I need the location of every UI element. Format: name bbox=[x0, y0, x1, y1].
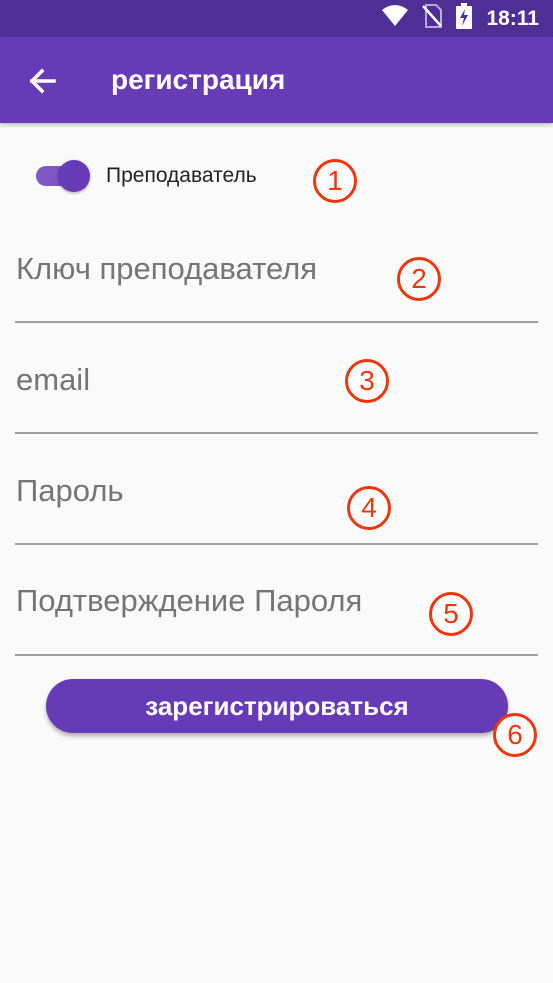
teacher-switch-label: Преподаватель bbox=[106, 164, 257, 187]
annotation-marker-1: 1 bbox=[313, 159, 357, 203]
field-underline bbox=[15, 321, 538, 323]
status-bar: 18:11 bbox=[0, 0, 553, 37]
wifi-icon bbox=[382, 5, 409, 32]
password-field[interactable]: Пароль bbox=[15, 435, 538, 545]
email-placeholder: email bbox=[16, 362, 91, 397]
annotation-marker-6: 6 bbox=[493, 713, 537, 757]
field-underline bbox=[15, 432, 538, 434]
annotation-marker-3: 3 bbox=[345, 359, 389, 403]
battery-charging-icon bbox=[456, 3, 473, 34]
page-title: регистрация bbox=[111, 64, 286, 95]
field-underline bbox=[15, 654, 538, 656]
no-sim-icon bbox=[422, 4, 443, 33]
annotation-marker-5: 5 bbox=[429, 592, 473, 636]
password-placeholder: Пароль bbox=[16, 473, 124, 508]
teacher-key-field[interactable]: Ключ преподавателя bbox=[15, 213, 538, 323]
teacher-key-placeholder: Ключ преподавателя bbox=[16, 251, 318, 286]
annotation-marker-2: 2 bbox=[397, 257, 441, 301]
teacher-toggle-row: Преподаватель bbox=[34, 158, 257, 194]
switch-thumb bbox=[58, 160, 90, 192]
status-clock: 18:11 bbox=[486, 6, 539, 30]
back-button[interactable] bbox=[24, 63, 60, 99]
password-confirm-placeholder: Подтверждение Пароля bbox=[16, 583, 363, 618]
annotation-marker-4: 4 bbox=[347, 486, 391, 530]
teacher-switch[interactable] bbox=[34, 158, 92, 194]
arrow-back-icon bbox=[29, 68, 56, 94]
field-underline bbox=[15, 543, 538, 545]
app-bar: регистрация bbox=[0, 37, 553, 123]
email-field[interactable]: email bbox=[15, 324, 538, 434]
register-button[interactable]: зарегистрироваться bbox=[46, 679, 508, 733]
